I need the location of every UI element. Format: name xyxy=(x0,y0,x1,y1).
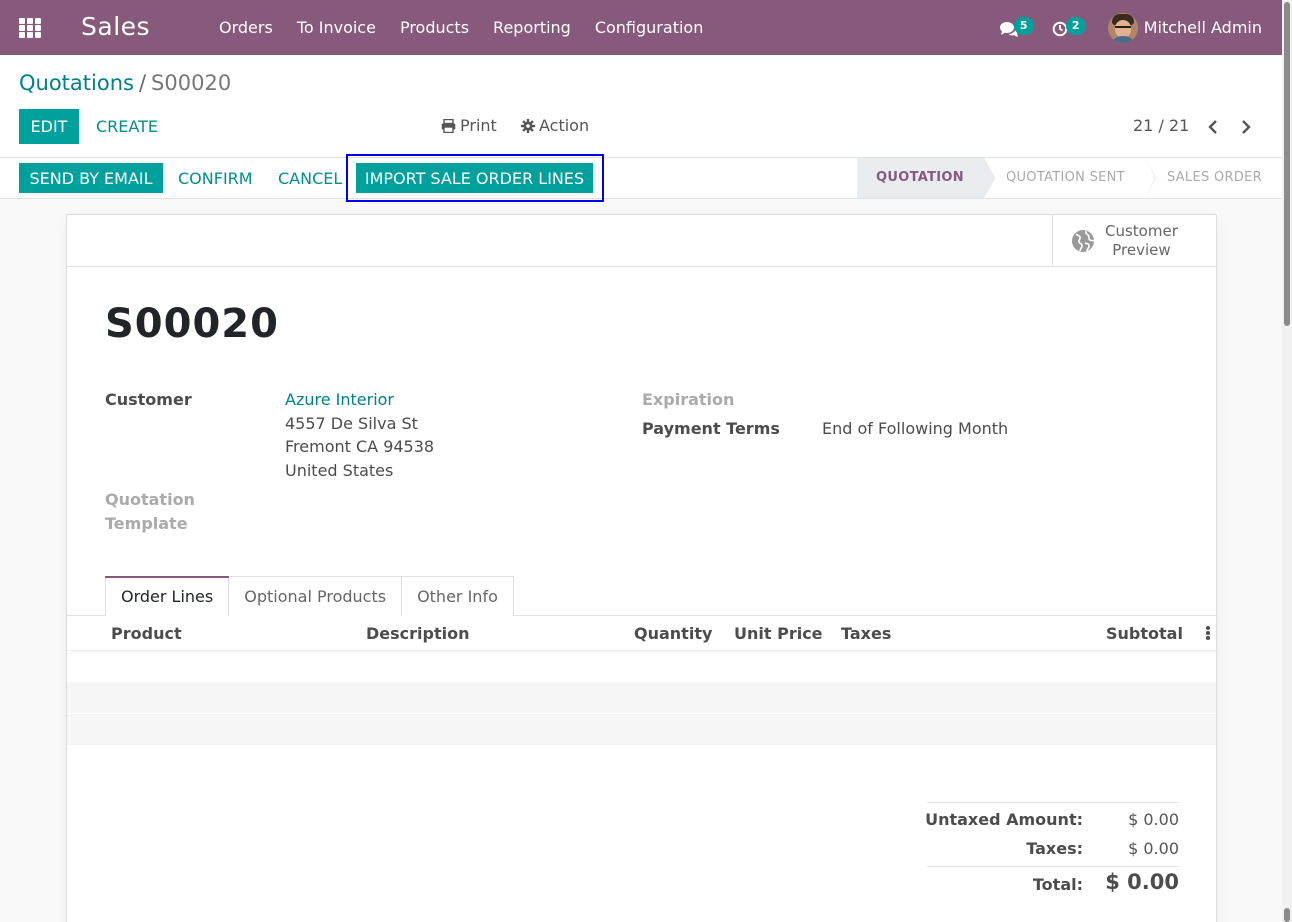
pager-next-button[interactable] xyxy=(1236,115,1256,139)
systray: 5 2 Mitchell Admin xyxy=(999,0,1262,55)
quotation-template-label-line1: Quotation xyxy=(105,490,195,509)
column-taxes[interactable]: Taxes xyxy=(841,624,891,643)
avatar xyxy=(1107,12,1138,43)
taxes-label: Taxes: xyxy=(1026,839,1083,858)
breadcrumb-current: S00020 xyxy=(151,71,232,95)
chevron-left-icon xyxy=(1208,120,1217,134)
user-name: Mitchell Admin xyxy=(1143,18,1262,37)
tab-other-info[interactable]: Other Info xyxy=(401,576,514,616)
cancel-button[interactable]: CANCEL xyxy=(268,163,352,193)
breadcrumb: Quotations / S00020 xyxy=(19,71,231,95)
globe-icon xyxy=(1072,230,1095,252)
expiration-label: Expiration xyxy=(642,390,735,409)
top-navbar: Sales Orders To Invoice Products Reporti… xyxy=(0,0,1282,55)
payment-terms-label: Payment Terms xyxy=(642,419,780,438)
print-dropdown[interactable]: Print xyxy=(441,116,497,135)
table-row xyxy=(67,651,1216,682)
stage-quotation-sent[interactable]: QUOTATION SENT xyxy=(984,158,1156,198)
form-statusbar: SEND BY EMAIL CONFIRM CANCEL IMPORT SALE… xyxy=(0,154,1282,202)
messages-count-badge: 5 xyxy=(1013,16,1034,35)
stage-sales-order[interactable]: SALES ORDER xyxy=(1145,158,1282,198)
table-row xyxy=(67,682,1216,713)
stage-pipeline: QUOTATION QUOTATION SENT SALES ORDER xyxy=(857,158,1282,198)
column-unit-price[interactable]: Unit Price xyxy=(734,624,823,643)
user-menu[interactable]: Mitchell Admin xyxy=(1107,12,1262,43)
order-lines-table-header: Product Description Quantity Unit Price … xyxy=(67,616,1216,651)
action-label: Action xyxy=(539,116,590,135)
page-scrollbar[interactable] xyxy=(1282,0,1292,922)
stage-quotation-label: QUOTATION xyxy=(876,170,964,185)
activities-count-badge: 2 xyxy=(1065,16,1086,35)
quotation-template-label-line2: Template xyxy=(105,514,188,533)
menu-configuration[interactable]: Configuration xyxy=(583,18,716,37)
total-label: Total: xyxy=(1032,875,1083,894)
stage-quotation-sent-label: QUOTATION SENT xyxy=(1005,170,1125,185)
confirm-button[interactable]: CONFIRM xyxy=(168,163,263,193)
import-sale-order-lines-button[interactable]: IMPORT SALE ORDER LINES xyxy=(356,163,593,193)
customer-preview-label-line1: Customer xyxy=(1105,222,1178,240)
table-row xyxy=(67,714,1216,745)
main-menu: Orders To Invoice Products Reporting Con… xyxy=(207,0,715,55)
stage-quotation[interactable]: QUOTATION xyxy=(857,158,995,198)
app-brand[interactable]: Sales xyxy=(81,12,150,41)
pager-previous-button[interactable] xyxy=(1203,115,1223,139)
column-quantity[interactable]: Quantity xyxy=(634,624,712,643)
column-product[interactable]: Product xyxy=(111,624,182,643)
send-by-email-button[interactable]: SEND BY EMAIL xyxy=(19,163,163,193)
smart-button-box: Customer Preview xyxy=(67,215,1216,267)
notebook-tabs: Order Lines Optional Products Other Info xyxy=(105,576,514,616)
pager-value[interactable]: 21 / 21 xyxy=(1133,116,1189,135)
record-title: S00020 xyxy=(105,301,279,347)
customer-link[interactable]: Azure Interior xyxy=(285,388,434,412)
totals-top-divider xyxy=(927,802,1179,803)
printer-icon xyxy=(441,118,456,133)
tab-optional-products[interactable]: Optional Products xyxy=(228,576,403,616)
gear-icon xyxy=(521,118,535,133)
column-subtotal[interactable]: Subtotal xyxy=(1106,624,1183,643)
activities-menu[interactable]: 2 xyxy=(1052,13,1086,43)
customer-label: Customer xyxy=(105,390,192,409)
customer-address-city: Fremont CA 94538 xyxy=(285,437,435,456)
form-sheet: Customer Preview S00020 Customer Azure I… xyxy=(66,214,1217,922)
customer-preview-label: Customer Preview xyxy=(1105,222,1178,260)
edit-button[interactable]: EDIT xyxy=(19,109,79,144)
customer-field: Azure Interior 4557 De Silva St Fremont … xyxy=(285,388,434,482)
customer-preview-button[interactable]: Customer Preview xyxy=(1052,215,1216,267)
customer-address-country: United States xyxy=(285,460,394,480)
column-description[interactable]: Description xyxy=(366,624,469,643)
taxes-value: $ 0.00 xyxy=(1128,839,1179,858)
total-value: $ 0.00 xyxy=(1105,870,1179,894)
stage-sales-order-label: SALES ORDER xyxy=(1166,170,1262,185)
apps-grid-icon[interactable] xyxy=(19,18,41,38)
menu-to-invoice[interactable]: To Invoice xyxy=(285,18,388,37)
customer-preview-label-line2: Preview xyxy=(1112,241,1171,259)
menu-reporting[interactable]: Reporting xyxy=(481,18,583,37)
breadcrumb-separator: / xyxy=(138,71,147,95)
customer-address-street: 4557 De Silva St xyxy=(285,413,418,433)
breadcrumb-quotations[interactable]: Quotations xyxy=(19,71,134,95)
menu-orders[interactable]: Orders xyxy=(207,18,285,37)
action-dropdown[interactable]: Action xyxy=(521,116,589,135)
untaxed-amount-label: Untaxed Amount: xyxy=(925,810,1083,829)
scrollbar-thumb[interactable] xyxy=(1284,2,1290,326)
chevron-right-icon xyxy=(1242,120,1251,134)
tab-order-lines[interactable]: Order Lines xyxy=(105,576,230,616)
menu-products[interactable]: Products xyxy=(388,18,481,37)
scrollbar-thumb-lower[interactable] xyxy=(1284,908,1290,922)
quotation-template-label: Quotation Template xyxy=(105,488,195,536)
payment-terms-value[interactable]: End of Following Month xyxy=(822,417,1008,441)
vertical-ellipsis-icon[interactable] xyxy=(1203,625,1213,643)
create-button[interactable]: CREATE xyxy=(84,109,170,144)
messages-menu[interactable]: 5 xyxy=(999,13,1034,43)
control-panel: Quotations / S00020 EDIT CREATE Print Acti… xyxy=(0,55,1282,158)
untaxed-amount-value: $ 0.00 xyxy=(1128,810,1179,829)
print-label: Print xyxy=(460,116,497,135)
totals-divider xyxy=(927,866,1179,867)
